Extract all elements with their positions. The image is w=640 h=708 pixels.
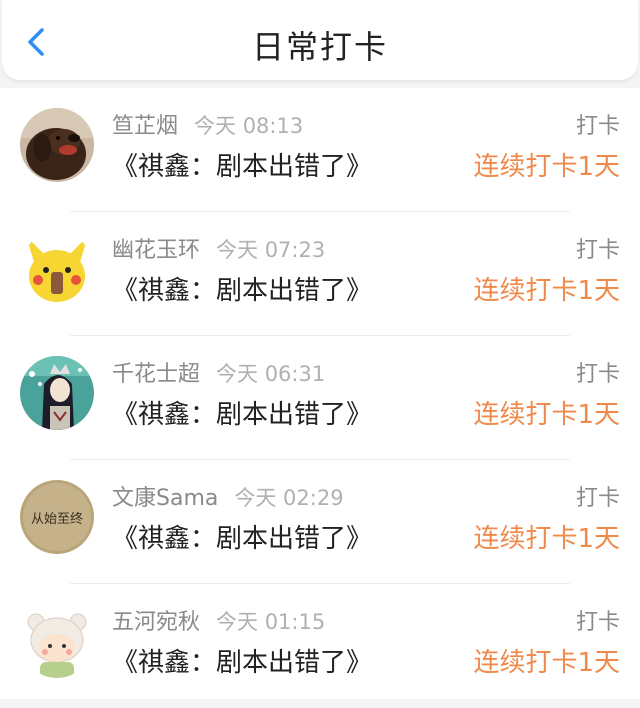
- checkin-content[interactable]: 《祺鑫：剧本出错了》: [112, 270, 372, 307]
- top-bar: 日常打卡: [2, 0, 638, 80]
- page-title: 日常打卡: [251, 28, 388, 66]
- user-name[interactable]: 千花士超: [112, 362, 200, 387]
- user-info: 文康Sama 今天 02:29: [112, 480, 344, 512]
- text-avatar[interactable]: 从始至终: [20, 480, 94, 554]
- checkin-time: 今天 01:15: [216, 610, 326, 634]
- list-item[interactable]: 五河宛秋 今天 01:15 《祺鑫：剧本出错了》 打卡 连续打卡1天: [0, 584, 640, 708]
- checkin-content[interactable]: 《祺鑫：剧本出错了》: [112, 642, 372, 679]
- checkin-list: 笪芷烟 今天 08:13 《祺鑫：剧本出错了》 打卡 连续打卡1天 幽花玉环 今天 …: [0, 88, 640, 699]
- avatar-text: 从始至终: [31, 511, 83, 527]
- checkin-content[interactable]: 《祺鑫：剧本出错了》: [112, 394, 372, 431]
- list-item[interactable]: 从始至终 文康Sama 今天 02:29 《祺鑫：剧本出错了》 打卡 连续打卡1天: [0, 460, 640, 584]
- bear-hat-avatar[interactable]: [20, 604, 94, 678]
- list-item[interactable]: 千花士超 今天 06:31 《祺鑫：剧本出错了》 打卡 连续打卡1天: [0, 336, 640, 460]
- checkin-label: 打卡: [575, 486, 620, 511]
- user-name[interactable]: 文康Sama: [112, 486, 218, 511]
- checkin-label: 打卡: [575, 238, 620, 263]
- list-item[interactable]: 笪芷烟 今天 08:13 《祺鑫：剧本出错了》 打卡 连续打卡1天: [0, 88, 640, 212]
- dog-avatar[interactable]: [20, 108, 94, 182]
- checkin-time: 今天 06:31: [216, 362, 326, 386]
- user-name[interactable]: 幽花玉环: [112, 238, 200, 263]
- checkin-time: 今天 07:23: [216, 238, 326, 262]
- checkin-content[interactable]: 《祺鑫：剧本出错了》: [112, 518, 372, 555]
- user-info: 千花士超 今天 06:31: [112, 356, 325, 388]
- user-info: 笪芷烟 今天 08:13: [112, 108, 303, 140]
- list-item[interactable]: 幽花玉环 今天 07:23 《祺鑫：剧本出错了》 打卡 连续打卡1天: [0, 212, 640, 336]
- streak-text: 连续打卡1天: [473, 524, 620, 554]
- streak-text: 连续打卡1天: [473, 276, 620, 306]
- streak-text: 连续打卡1天: [473, 648, 620, 678]
- user-info: 五河宛秋 今天 01:15: [112, 604, 325, 636]
- user-name[interactable]: 五河宛秋: [112, 610, 200, 635]
- checkin-time: 今天 02:29: [234, 486, 344, 510]
- checkin-time: 今天 08:13: [194, 114, 304, 138]
- streak-text: 连续打卡1天: [473, 152, 620, 182]
- streak-text: 连续打卡1天: [473, 400, 620, 430]
- checkin-content[interactable]: 《祺鑫：剧本出错了》: [112, 146, 372, 183]
- anime-girl-avatar[interactable]: [20, 356, 94, 430]
- checkin-label: 打卡: [575, 114, 620, 139]
- user-info: 幽花玉环 今天 07:23: [112, 232, 325, 264]
- checkin-label: 打卡: [575, 362, 620, 387]
- checkin-label: 打卡: [575, 610, 620, 635]
- user-name[interactable]: 笪芷烟: [112, 114, 178, 139]
- pikachu-avatar[interactable]: [20, 232, 94, 306]
